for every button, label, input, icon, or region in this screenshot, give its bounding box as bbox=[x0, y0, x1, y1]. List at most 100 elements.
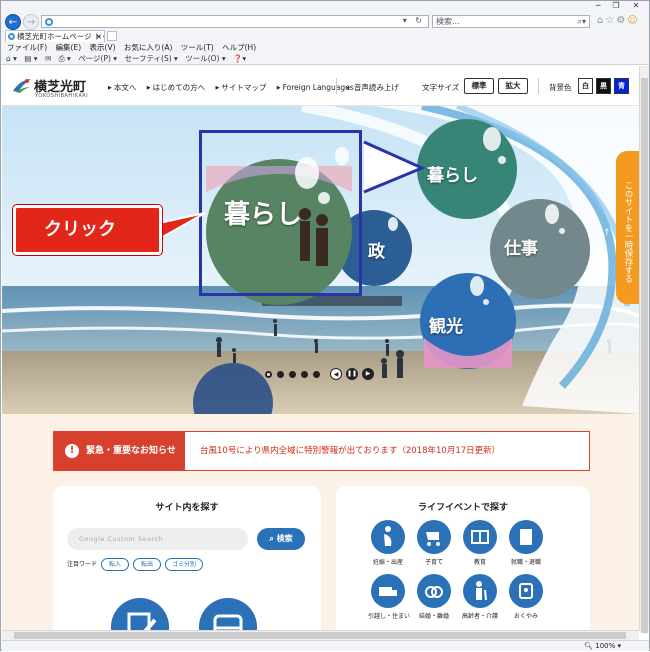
bg-blue-button[interactable]: 青 bbox=[614, 78, 629, 94]
pregnancy-icon bbox=[371, 520, 405, 554]
document-edit-icon[interactable] bbox=[111, 598, 169, 630]
prev-slide-icon[interactable]: ◀ bbox=[330, 368, 342, 380]
life-event-pregnancy[interactable]: 妊娠・出産 bbox=[368, 520, 408, 566]
toolbar-icons[interactable]: ⌂☆⚙☺ bbox=[597, 15, 640, 26]
bg-white-button[interactable]: 白 bbox=[578, 78, 593, 94]
search-input[interactable]: 検索... ⌕▾ bbox=[432, 15, 590, 28]
town-logo-icon[interactable] bbox=[12, 76, 32, 94]
font-standard-button[interactable]: 標準 bbox=[464, 78, 494, 94]
favorites-star-icon[interactable]: ☆ bbox=[605, 15, 616, 26]
site-search-button[interactable]: ⌕ 検索 bbox=[257, 528, 305, 550]
pager-dot[interactable] bbox=[265, 371, 272, 378]
life-event-label: 結婚・離婚 bbox=[418, 613, 449, 620]
menu-view[interactable]: 表示(V) bbox=[90, 43, 116, 52]
menu-bar: ファイル(F) 編集(E) 表示(V) お気に入り(A) ツール(T) ヘルプ(… bbox=[1, 42, 649, 53]
cmd-tools[interactable]: ツール(O) ▾ bbox=[185, 54, 225, 63]
pager-dot[interactable] bbox=[289, 371, 296, 378]
forward-arrow-icon[interactable]: → bbox=[23, 14, 39, 30]
menu-help[interactable]: ヘルプ(H) bbox=[222, 43, 256, 52]
site-header: 横芝光町 YOKOSHIBAHIKARI 本文へ はじめての方へ サイトマップ … bbox=[2, 66, 639, 106]
save-tab-label: このサイトを一時保存する bbox=[623, 180, 633, 283]
keyword-chip[interactable]: ゴミ分別 bbox=[165, 558, 203, 571]
search-placeholder: 検索... bbox=[436, 17, 460, 26]
font-large-button[interactable]: 拡大 bbox=[498, 78, 528, 94]
life-event-label: 教育 bbox=[473, 559, 486, 566]
help-icon[interactable]: ❓▾ bbox=[233, 54, 246, 63]
nav-foreign-languages[interactable]: Foreign Languages bbox=[277, 83, 354, 92]
pager-dot[interactable] bbox=[277, 371, 284, 378]
zoom-level[interactable]: 🔍︎ 100% ▾ bbox=[584, 641, 621, 652]
exclamation-icon: ! bbox=[65, 444, 79, 458]
site-search-input[interactable]: Google Custom Search bbox=[67, 528, 248, 550]
feeds-icon[interactable]: ▤ ▾ bbox=[24, 54, 37, 63]
menu-tools[interactable]: ツール(T) bbox=[181, 43, 214, 52]
read-aloud-button[interactable]: 🔈︎ 音声読み上げ bbox=[347, 82, 399, 93]
read-aloud-label: 音声読み上げ bbox=[353, 83, 399, 92]
callout-pointer bbox=[159, 212, 206, 241]
font-size-label: 文字サイズ bbox=[422, 83, 460, 92]
command-bar: ⌂ ▾ ▤ ▾ ✉ ⎙ ▾ ページ(P) ▾ セーフティ(S) ▾ ツール(O)… bbox=[1, 53, 649, 65]
save-site-tab[interactable]: このサイトを一時保存する ← bbox=[601, 151, 639, 304]
tab-favicon-icon bbox=[8, 33, 15, 40]
life-event-education[interactable]: 教育 bbox=[460, 520, 500, 566]
menu-edit[interactable]: 編集(E) bbox=[56, 43, 82, 52]
shigoto-bubble[interactable]: 仕事 bbox=[504, 234, 538, 259]
menu-favorites[interactable]: お気に入り(A) bbox=[124, 43, 172, 52]
browser-window: ─ ❐ ✕ ← → ▾ ↻ 検索... ⌕▾ ⌂☆⚙☺ 横芝光町ホームページ ト… bbox=[0, 0, 650, 651]
nav-skip-to-content[interactable]: 本文へ bbox=[108, 83, 136, 92]
browser-tab[interactable]: 横芝光町ホームページ トップペ... × bbox=[5, 30, 105, 42]
life-event-elderly-care[interactable]: 高齢者・介護 bbox=[460, 574, 500, 620]
life-event-employment[interactable]: 就職・退職 bbox=[506, 520, 546, 566]
pager-dot[interactable] bbox=[301, 371, 308, 378]
cmd-safety[interactable]: セーフティ(S) ▾ bbox=[124, 54, 177, 63]
print-icon[interactable]: ⎙ ▾ bbox=[59, 54, 71, 63]
click-callout: クリック bbox=[13, 205, 162, 255]
menu-file[interactable]: ファイル(F) bbox=[7, 43, 47, 52]
elderly-icon bbox=[463, 574, 497, 608]
alert-message[interactable]: 台風10号により県内全域に特別警報が出ております（2018年10月17日更新） bbox=[200, 432, 500, 470]
stroller-icon bbox=[417, 520, 451, 554]
site-search-button-label: 検索 bbox=[276, 534, 293, 543]
next-slide-icon[interactable]: ▶ bbox=[362, 368, 374, 380]
divider bbox=[538, 78, 539, 94]
kanko-bubble[interactable]: 観光 bbox=[429, 312, 463, 337]
nav-sitemap[interactable]: サイトマップ bbox=[216, 83, 267, 92]
address-bar[interactable]: ▾ ↻ bbox=[41, 15, 429, 28]
address-controls[interactable]: ▾ ↻ bbox=[403, 16, 425, 25]
pause-icon[interactable]: ❚❚ bbox=[346, 368, 358, 380]
settings-gear-icon[interactable]: ⚙ bbox=[616, 15, 627, 26]
pager-dot[interactable] bbox=[313, 371, 320, 378]
vertical-scrollbar[interactable] bbox=[639, 66, 649, 633]
restore-icon[interactable]: ❐ bbox=[609, 1, 623, 10]
back-arrow-icon[interactable]: ← bbox=[5, 14, 21, 30]
keyword-chip[interactable]: 転入 bbox=[101, 558, 129, 571]
horizontal-scrollbar[interactable] bbox=[2, 630, 639, 640]
new-tab-button[interactable] bbox=[107, 31, 117, 41]
bus-icon[interactable] bbox=[199, 598, 257, 630]
life-event-marriage[interactable]: 結婚・離婚 bbox=[414, 574, 454, 620]
book-icon bbox=[463, 520, 497, 554]
title-bar: ─ ❐ ✕ bbox=[1, 1, 649, 12]
home-cmd-icon[interactable]: ⌂ ▾ bbox=[6, 54, 17, 63]
bg-black-button[interactable]: 黒 bbox=[596, 78, 611, 94]
global-nav: 本文へ はじめての方へ サイトマップ Foreign Languages bbox=[108, 82, 362, 93]
gyosei-bubble[interactable]: 政 bbox=[368, 237, 385, 262]
life-event-bereavement[interactable]: おくやみ bbox=[506, 574, 546, 620]
kurashi-bubble[interactable]: 暮らし bbox=[427, 161, 478, 186]
keyword-chip[interactable]: 転出 bbox=[133, 558, 161, 571]
close-window-icon[interactable]: ✕ bbox=[629, 1, 643, 10]
nav-first-visit[interactable]: はじめての方へ bbox=[147, 83, 205, 92]
feedback-smiley-icon[interactable]: ☺ bbox=[627, 15, 639, 26]
minimize-icon[interactable]: ─ bbox=[591, 1, 605, 10]
emergency-alert[interactable]: ! 緊急・重要なお知らせ 台風10号により県内全域に特別警報が出ております（20… bbox=[53, 431, 590, 471]
alert-heading: 緊急・重要なお知らせ bbox=[86, 446, 176, 456]
cmd-page[interactable]: ページ(P) ▾ bbox=[78, 54, 117, 63]
horizontal-scroll-thumb[interactable] bbox=[14, 632, 626, 639]
life-event-childcare[interactable]: 子育て bbox=[414, 520, 454, 566]
life-event-moving[interactable]: 引越し・住まい bbox=[368, 574, 410, 620]
mail-icon[interactable]: ✉ bbox=[45, 54, 51, 63]
tab-close-icon[interactable]: × bbox=[96, 31, 102, 42]
vertical-scroll-thumb[interactable] bbox=[641, 78, 648, 633]
alert-heading-block: ! 緊急・重要なお知らせ bbox=[54, 432, 185, 470]
search-icon[interactable]: ⌕▾ bbox=[578, 16, 587, 27]
